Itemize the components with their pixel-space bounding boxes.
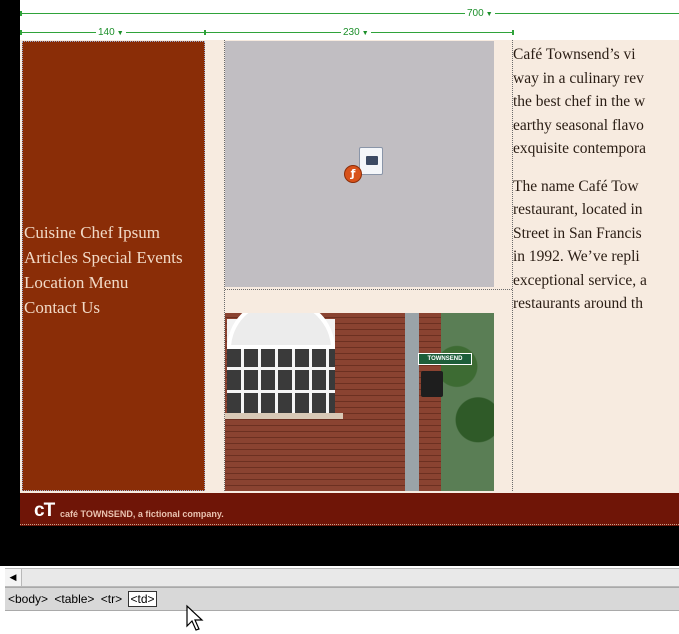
flash-video-placeholder[interactable]: ƒ <box>225 41 494 287</box>
footer-text: café TOWNSEND, a fictional company. <box>60 509 224 519</box>
ruler-tick <box>512 30 514 35</box>
street-sign: TOWNSEND <box>418 353 472 365</box>
nav-cell[interactable]: Cuisine Chef Ipsum Articles Special Even… <box>22 41 205 491</box>
scroll-left-arrow-icon[interactable]: ◀ <box>5 569 22 586</box>
tag-table[interactable]: <table> <box>54 592 94 606</box>
intro-text-cell[interactable]: Café Townsend’s vi way in a culinary rev… <box>513 43 679 330</box>
col1-width-label[interactable]: 140 ▼ <box>96 27 126 39</box>
tag-body[interactable]: <body> <box>8 592 48 606</box>
tag-selector-bar: <body> <table> <tr> <td> <box>5 587 679 611</box>
col2-width-label[interactable]: 230 ▼ <box>341 27 371 39</box>
footer-logo: cT <box>34 500 55 521</box>
mouse-pointer-icon <box>186 604 204 631</box>
horizontal-scrollbar[interactable]: ◀ <box>5 568 679 587</box>
intro-paragraph-2: The name Café Tow restaurant, located in… <box>513 177 647 313</box>
table-width-label[interactable]: 700 ▼ <box>465 8 495 20</box>
nav-line-1[interactable]: Cuisine Chef Ipsum <box>24 220 183 245</box>
ruler-tick <box>20 11 22 16</box>
nav-line-4[interactable]: Contact Us <box>24 295 183 320</box>
table-width-ruler: 700 ▼ 140 ▼ 230 ▼ <box>20 0 679 40</box>
cell-border <box>225 289 512 290</box>
intro-paragraph-1: Café Townsend’s vi way in a culinary rev… <box>513 46 646 157</box>
tag-tr[interactable]: <tr> <box>101 592 122 606</box>
arched-window <box>227 313 335 413</box>
nav-line-2[interactable]: Articles Special Events <box>24 245 183 270</box>
ruler-tick <box>20 30 22 35</box>
page-table: Cuisine Chef Ipsum Articles Special Even… <box>20 40 679 526</box>
crosswalk-signal <box>421 371 443 397</box>
flash-plugin-placeholder-icon: ƒ <box>344 147 383 183</box>
nav-line-3[interactable]: Location Menu <box>24 270 183 295</box>
table-width-line <box>20 13 679 14</box>
tag-td-selected[interactable]: <td> <box>128 591 157 607</box>
street-photo[interactable]: TOWNSEND <box>225 313 494 491</box>
nav-links: Cuisine Chef Ipsum Articles Special Even… <box>23 220 183 320</box>
footer-bar[interactable]: cT café TOWNSEND, a fictional company. <box>20 493 679 526</box>
